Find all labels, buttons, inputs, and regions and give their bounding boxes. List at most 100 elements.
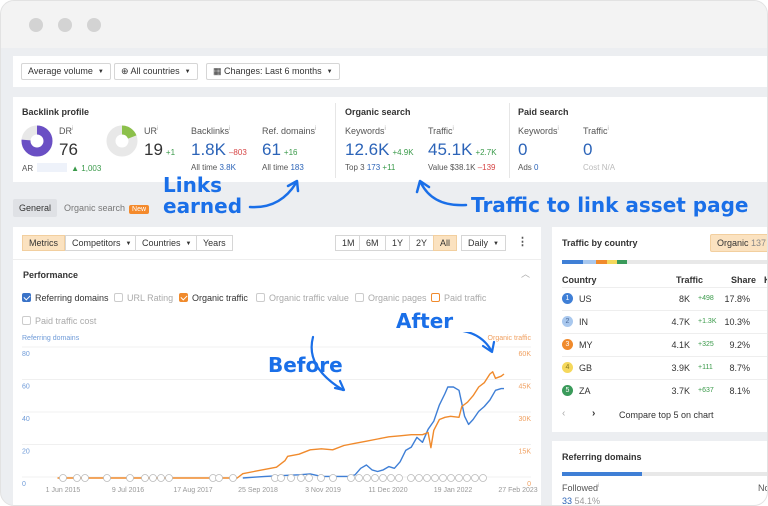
backlinks-label: Backlinksi bbox=[191, 126, 230, 136]
country-row[interactable]: 3 MY 4.1K +325 9.2% bbox=[562, 333, 767, 356]
column-traffic[interactable]: Traffic bbox=[676, 275, 703, 285]
backlinks-delta: –803 bbox=[228, 148, 247, 157]
cost-row: Cost N/A bbox=[583, 163, 615, 172]
globe-icon: ⊕ bbox=[121, 66, 131, 76]
backlinks-value-text: 1.8K bbox=[191, 140, 226, 159]
all-time-value[interactable]: 183 bbox=[290, 163, 303, 172]
country-name: GB bbox=[579, 363, 593, 373]
info-icon[interactable]: i bbox=[598, 483, 599, 489]
info-icon[interactable]: i bbox=[157, 126, 158, 132]
ref-domains-value[interactable]: 61 +16 bbox=[262, 140, 298, 160]
annotation-marker bbox=[371, 474, 379, 482]
title-bar bbox=[1, 1, 767, 48]
next-page-icon[interactable]: › bbox=[592, 408, 595, 419]
country-row[interactable]: 4 GB 3.9K +111 8.7% bbox=[562, 356, 767, 379]
volume-dropdown[interactable]: Average volume ▼ bbox=[21, 63, 111, 80]
top3-delta: +11 bbox=[382, 163, 396, 172]
annotation-marker bbox=[287, 474, 295, 482]
checkbox-paid-traffic-cost[interactable]: Paid traffic cost bbox=[22, 316, 96, 326]
backlinks-label-text: Backlinks bbox=[191, 126, 230, 136]
ar-row: AR ▲ 1,003 bbox=[22, 163, 101, 173]
paid-traffic-label: Traffici bbox=[583, 126, 609, 136]
paid-traffic-value[interactable]: 0 bbox=[583, 140, 592, 160]
checkbox-empty-icon bbox=[22, 316, 31, 325]
top3-value[interactable]: 173 bbox=[367, 163, 380, 172]
metrics-tab[interactable]: Metrics bbox=[22, 235, 65, 251]
followed-label-text: Followed bbox=[562, 483, 599, 493]
changes-dropdown[interactable]: ▦ Changes: Last 6 months ▼ bbox=[206, 63, 340, 80]
cost-label: Cost bbox=[583, 163, 600, 172]
annotation-marker bbox=[415, 474, 423, 482]
annotation-marker bbox=[229, 474, 237, 482]
info-icon[interactable]: i bbox=[608, 126, 609, 132]
checkbox-checked-icon bbox=[22, 293, 31, 302]
range-6m-button[interactable]: 6M bbox=[359, 235, 386, 251]
column-country[interactable]: Country bbox=[562, 275, 597, 285]
performance-panel: Metrics Competitors ▼ Countries ▼ Years 1M… bbox=[13, 227, 541, 505]
tab-general[interactable]: General bbox=[13, 199, 58, 217]
backlinks-value[interactable]: 1.8K –803 bbox=[191, 140, 247, 160]
followed-count[interactable]: 33 bbox=[562, 496, 572, 505]
countries-dropdown[interactable]: ⊕ All countries ▼ bbox=[114, 63, 198, 80]
more-options-icon[interactable]: ⋮ bbox=[517, 235, 528, 248]
paid-keywords-label: Keywordsi bbox=[518, 126, 559, 136]
checkbox-organic-pages[interactable]: Organic pages bbox=[355, 293, 427, 303]
info-icon[interactable]: i bbox=[453, 126, 454, 132]
info-icon[interactable]: i bbox=[72, 126, 73, 132]
organic-badge[interactable]: Organic 137 bbox=[710, 234, 767, 252]
countries-chart-dropdown[interactable]: Countries ▼ bbox=[135, 235, 199, 251]
dr-label-text: DR bbox=[59, 126, 72, 136]
range-1m-button[interactable]: 1M bbox=[335, 235, 362, 251]
info-icon[interactable]: i bbox=[385, 126, 386, 132]
caret-down-icon: ▼ bbox=[185, 241, 192, 247]
window-minimize-dot[interactable] bbox=[58, 18, 72, 32]
divider bbox=[13, 259, 541, 260]
info-icon[interactable]: i bbox=[315, 126, 316, 132]
paid-keywords-value[interactable]: 0 bbox=[518, 140, 527, 160]
column-keywords[interactable]: K bbox=[764, 275, 767, 285]
info-icon[interactable]: i bbox=[558, 126, 559, 132]
annotation-marker bbox=[157, 474, 165, 482]
range-all-button[interactable]: All bbox=[433, 235, 458, 251]
organic-badge-count: 137 bbox=[751, 238, 767, 248]
checkbox-organic-traffic-value[interactable]: Organic traffic value bbox=[256, 293, 349, 303]
column-share[interactable]: Share bbox=[731, 275, 756, 285]
range-2y-button[interactable]: 2Y bbox=[409, 235, 435, 251]
paid-traffic-label-text: Traffic bbox=[583, 126, 608, 136]
info-icon[interactable]: i bbox=[229, 126, 230, 132]
followed-share-fill bbox=[562, 472, 642, 476]
interval-dropdown[interactable]: Daily ▼ bbox=[461, 235, 506, 251]
range-1y-button[interactable]: 1Y bbox=[385, 235, 411, 251]
years-button[interactable]: Years bbox=[196, 235, 233, 251]
country-share-segment bbox=[595, 260, 607, 264]
ref-domains-label: Ref. domainsi bbox=[262, 126, 316, 136]
organic-traffic-value[interactable]: 45.1K +2.7K bbox=[428, 140, 497, 160]
window-maximize-dot[interactable] bbox=[87, 18, 101, 32]
ads-value[interactable]: 0 bbox=[534, 163, 538, 172]
checkbox-empty-icon bbox=[431, 293, 440, 302]
tab-organic-search[interactable]: Organic search New bbox=[64, 203, 150, 214]
checkbox-organic-traffic[interactable]: Organic traffic bbox=[179, 293, 248, 303]
country-row[interactable]: 5 ZA 3.7K +637 8.1% bbox=[562, 379, 767, 402]
cost-value: N/A bbox=[601, 163, 616, 172]
country-traffic-delta: +325 bbox=[698, 341, 714, 348]
competitors-dropdown[interactable]: Competitors ▼ bbox=[65, 235, 139, 251]
checkbox-referring-domains[interactable]: Referring domains bbox=[22, 293, 109, 303]
top3-row: Top 3 173 +11 bbox=[345, 163, 395, 172]
country-row[interactable]: 1 US 8K +498 17.8% bbox=[562, 287, 767, 310]
calendar-icon: ▦ bbox=[213, 66, 225, 76]
all-time-value[interactable]: 3.8K bbox=[219, 163, 235, 172]
country-share-segment bbox=[606, 260, 618, 264]
checkbox-url-rating[interactable]: URL Rating bbox=[114, 293, 173, 303]
compare-top5-link[interactable]: Compare top 5 on chart bbox=[619, 410, 714, 420]
organic-keywords-value[interactable]: 12.6K +4.9K bbox=[345, 140, 414, 160]
performance-chart[interactable]: Referring domains Organic traffic02040608… bbox=[13, 332, 541, 502]
checkbox-paid-traffic[interactable]: Paid traffic bbox=[431, 293, 486, 303]
country-row[interactable]: 2 IN 4.7K +1.3K 10.3% bbox=[562, 310, 767, 333]
checkbox-label: Referring domains bbox=[35, 293, 109, 303]
collapse-chevron-icon[interactable]: ︿ bbox=[521, 267, 530, 280]
ads-row: Ads 0 bbox=[518, 163, 538, 172]
prev-page-icon[interactable]: ‹ bbox=[562, 408, 565, 419]
ref-domains-value-text: 61 bbox=[262, 140, 281, 159]
window-close-dot[interactable] bbox=[29, 18, 43, 32]
